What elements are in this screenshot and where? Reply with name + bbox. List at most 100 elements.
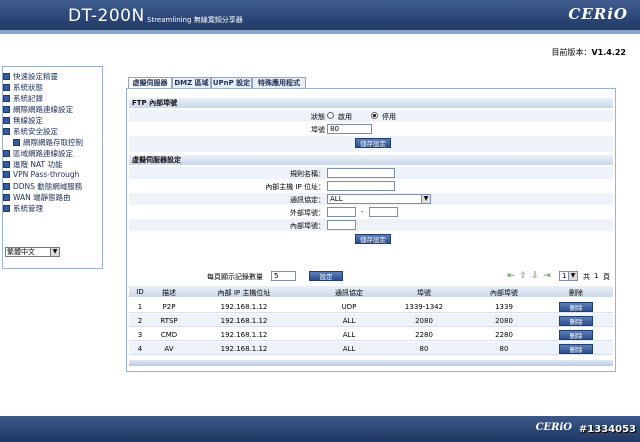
sidebar-item-access-control[interactable]: 網際網路存取控制 bbox=[3, 137, 83, 148]
first-page-icon[interactable]: ⇤ bbox=[507, 272, 515, 281]
cell-port: 1339-1342 bbox=[404, 303, 444, 311]
ftp-status-row: 狀態 啟用 停用 bbox=[129, 110, 613, 122]
cell-port: 80 bbox=[419, 345, 429, 353]
table-row: 1 P2P 192.168.1.12 UDP 1339-1342 1339 刪除 bbox=[129, 300, 613, 313]
cell-internal-port: 2280 bbox=[495, 331, 513, 339]
menu-box-icon bbox=[3, 95, 10, 102]
ftp-save-button[interactable]: 儲存設定 bbox=[355, 138, 391, 148]
vs-save-row: 儲存設定 bbox=[129, 232, 613, 248]
cell-protocol: UDP bbox=[341, 303, 357, 311]
delete-button[interactable]: 刪除 bbox=[559, 344, 593, 354]
sidebar-item-label: 系統狀態 bbox=[13, 83, 43, 92]
total-pages: 1 bbox=[594, 272, 599, 280]
cell-id: 1 bbox=[137, 303, 143, 311]
cell-protocol: ALL bbox=[342, 317, 356, 325]
menu-box-icon bbox=[3, 73, 10, 80]
ftp-status-label: 狀態 bbox=[311, 113, 325, 121]
port-range-dash: - bbox=[361, 208, 364, 216]
sidebar-item-label: VPN Pass-through bbox=[13, 170, 80, 179]
cell-ip: 192.168.1.12 bbox=[220, 317, 268, 325]
sidebar-item-log[interactable]: 系統記錄 bbox=[3, 93, 43, 104]
sidebar-item-security[interactable]: 系統安全設定 bbox=[3, 126, 58, 137]
sidebar-item-wireless[interactable]: 無線設定 bbox=[3, 115, 43, 126]
sidebar-item-wan[interactable]: 網際網路連線設定 bbox=[3, 104, 73, 115]
sidebar-item-vpn[interactable]: VPN Pass-through bbox=[3, 170, 79, 181]
internal-port-input[interactable] bbox=[327, 220, 356, 230]
sidebar-item-label: 進階 NAT 功能 bbox=[13, 160, 63, 169]
sidebar-item-static-route[interactable]: WAN 端靜態路由 bbox=[3, 192, 71, 203]
menu-box-icon bbox=[3, 183, 10, 190]
chevron-down-icon: ▼ bbox=[421, 195, 430, 203]
version-value: V1.4.22 bbox=[591, 48, 626, 57]
protocol-value: ALL bbox=[330, 195, 343, 203]
menu-box-icon bbox=[3, 117, 10, 124]
external-port-end-input[interactable] bbox=[369, 207, 398, 217]
product-subtitle: Streamlining 無線寬頻分享器 bbox=[147, 16, 243, 24]
product-model: DT-200N bbox=[68, 6, 145, 26]
ftp-port-row: 埠號 80 bbox=[129, 123, 613, 135]
sidebar-item-lan[interactable]: 區域網路連線設定 bbox=[3, 148, 73, 159]
per-page-set-button[interactable]: 設定 bbox=[309, 271, 343, 281]
internal-ip-input[interactable] bbox=[327, 181, 395, 191]
menu-box-icon bbox=[3, 106, 10, 113]
footer-bar: CERiO #1334053 bbox=[0, 416, 640, 442]
next-page-icon[interactable]: ⇩ bbox=[531, 272, 539, 281]
sidebar-item-label: 網際網路存取控制 bbox=[23, 138, 83, 147]
external-port-start-input[interactable] bbox=[327, 207, 356, 217]
ftp-enable-radio[interactable] bbox=[327, 112, 334, 119]
protocol-select[interactable]: ALL ▼ bbox=[327, 194, 431, 204]
cell-internal-port: 80 bbox=[499, 345, 509, 353]
rule-name-input[interactable] bbox=[327, 168, 395, 178]
col-id: ID bbox=[136, 288, 144, 296]
sidebar-menu: 快速設定精靈 系統狀態 系統記錄 網際網路連線設定 無線設定 系統安全設定 網際… bbox=[2, 66, 103, 269]
ftp-section-title: FTP 內部埠號 bbox=[129, 98, 613, 108]
sidebar-item-wizard[interactable]: 快速設定精靈 bbox=[3, 71, 58, 82]
sidebar-item-status[interactable]: 系統狀態 bbox=[3, 82, 43, 93]
sidebar-item-label: 系統記錄 bbox=[13, 94, 43, 103]
vs-ip-row: 內部主機 IP 位址： bbox=[129, 180, 613, 192]
cell-id: 3 bbox=[137, 331, 143, 339]
sidebar-item-label: 系統管理 bbox=[13, 204, 43, 213]
table-footer bbox=[129, 360, 613, 366]
cell-ip: 192.168.1.12 bbox=[220, 345, 268, 353]
col-internal-port: 內部埠號 bbox=[490, 289, 518, 297]
prev-page-icon[interactable]: ⇧ bbox=[519, 272, 527, 281]
cell-desc: P2P bbox=[162, 303, 176, 311]
menu-box-icon bbox=[13, 139, 20, 146]
sidebar-item-nat[interactable]: 進階 NAT 功能 bbox=[3, 159, 63, 170]
header-stripe bbox=[0, 30, 640, 34]
col-desc: 描述 bbox=[162, 289, 176, 297]
vs-protocol-row: 通訊協定： ALL ▼ bbox=[129, 193, 613, 205]
sidebar-item-label: 網際網路連線設定 bbox=[13, 105, 73, 114]
ftp-port-label: 埠號 bbox=[311, 126, 325, 134]
vs-internal-port-row: 內部埠號： bbox=[129, 219, 613, 231]
per-page-input[interactable]: 5 bbox=[271, 271, 296, 281]
sidebar-item-label: 快速設定精靈 bbox=[13, 72, 58, 81]
ftp-disable-radio[interactable] bbox=[371, 112, 378, 119]
cell-internal-port: 2080 bbox=[495, 317, 513, 325]
sidebar-item-ddns[interactable]: DDNS 動態網域服務 bbox=[3, 181, 82, 192]
language-select[interactable]: 繁體中文 ▼ bbox=[5, 247, 60, 257]
delete-button[interactable]: 刪除 bbox=[559, 330, 593, 340]
menu-box-icon bbox=[3, 171, 10, 178]
page-select[interactable]: 1 ▼ bbox=[559, 271, 578, 281]
ftp-port-input[interactable]: 80 bbox=[327, 124, 372, 134]
version-label: 目前版本： bbox=[551, 48, 592, 57]
menu-box-icon bbox=[3, 128, 10, 135]
delete-button[interactable]: 刪除 bbox=[559, 302, 593, 312]
internal-port-label: 內部埠號： bbox=[290, 222, 325, 230]
sidebar-item-admin[interactable]: 系統管理 bbox=[3, 203, 43, 214]
main-panel: FTP 內部埠號 狀態 啟用 停用 埠號 80 儲存設定 虛擬伺服器設定 規則名… bbox=[126, 88, 616, 372]
cell-id: 4 bbox=[137, 345, 143, 353]
external-port-label: 外部埠號： bbox=[290, 209, 325, 217]
table-row: 3 CMD 192.168.1.12 ALL 2280 2280 刪除 bbox=[129, 328, 613, 341]
col-protocol: 通訊協定 bbox=[335, 289, 363, 297]
table-row: 2 RTSP 192.168.1.12 ALL 2080 2080 刪除 bbox=[129, 314, 613, 327]
last-page-icon[interactable]: ⇥ bbox=[543, 272, 551, 281]
menu-box-icon bbox=[3, 150, 10, 157]
col-port: 埠號 bbox=[417, 289, 431, 297]
sidebar-item-label: 區域網路連線設定 bbox=[13, 149, 73, 158]
table-row: 4 AV 192.168.1.12 ALL 80 80 刪除 bbox=[129, 342, 613, 355]
delete-button[interactable]: 刪除 bbox=[559, 316, 593, 326]
vs-save-button[interactable]: 儲存設定 bbox=[355, 234, 391, 244]
